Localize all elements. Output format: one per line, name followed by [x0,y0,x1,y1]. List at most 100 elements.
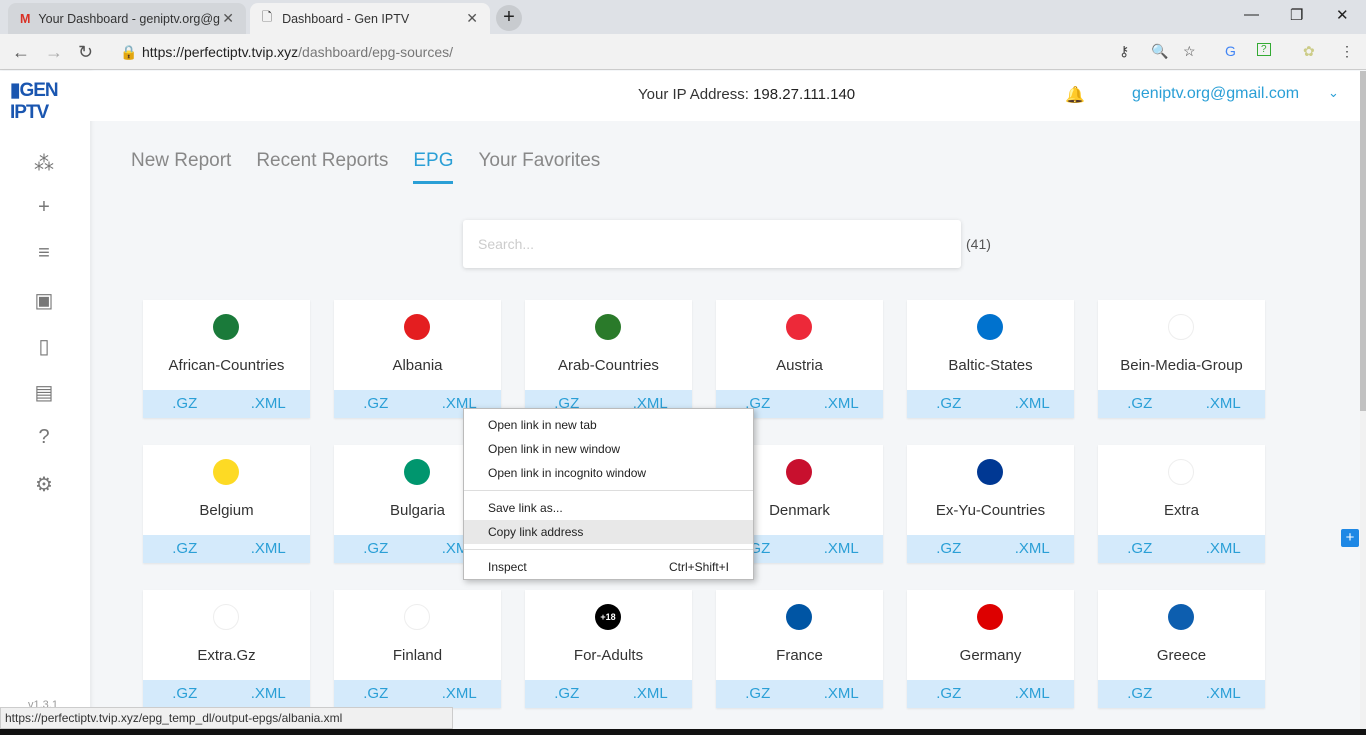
clipboard-icon[interactable]: ▯ [32,334,56,358]
xml-link[interactable]: .XML [418,680,502,708]
translate-icon[interactable]: G [1225,43,1236,59]
address-bar[interactable]: 🔒 https://perfectiptv.tvip.xyz/dashboard/… [108,38,1208,66]
tab-new-report[interactable]: New Report [131,150,231,184]
xml-link[interactable]: .XML [1182,680,1266,708]
tab-gmail[interactable]: M Your Dashboard - geniptv.org@g ✕ [8,3,246,34]
gz-link[interactable]: .GZ [716,680,800,708]
download-links: .GZ.XML [716,680,883,708]
restore-icon[interactable]: ❐ [1290,6,1303,24]
xml-link[interactable]: .XML [991,390,1075,418]
menu-label: Open link in new tab [488,418,597,432]
source-name: Germany [959,647,1022,664]
epg-card: Albania .GZ .XML [334,300,501,418]
settings-icon[interactable]: ⚙ [32,472,56,496]
user-email[interactable]: geniptv.org@gmail.com [1132,85,1299,103]
menu-icon[interactable]: ⋮ [1340,43,1354,60]
close-icon[interactable]: ✕ [466,10,478,27]
menu-inspect[interactable]: Inspect Ctrl+Shift+I [464,555,753,579]
tab-dashboard[interactable]: 🗋 Dashboard - Gen IPTV ✕ [250,3,490,34]
xml-link[interactable]: .XML [227,390,311,418]
lock-icon: 🔒 [120,44,138,60]
flag-icon [977,314,1003,340]
help-icon[interactable]: ? [32,426,56,450]
xml-link[interactable]: .XML [991,680,1075,708]
gz-link[interactable]: .GZ [1098,535,1182,563]
source-name: Ex-Yu-Countries [935,502,1046,519]
gz-link[interactable]: .GZ [143,535,227,563]
extension-icon[interactable]: ? [1257,43,1271,56]
reload-icon[interactable]: ↻ [78,42,93,63]
source-name: Baltic-States [948,357,1033,374]
forward-icon[interactable]: → [45,42,63,63]
new-tab-button[interactable]: + [496,5,522,31]
download-links: .GZ.XML [143,535,310,563]
gz-link[interactable]: .GZ [1098,680,1182,708]
key-icon[interactable]: ⚷ [1119,43,1129,60]
download-links: .GZ.XML [1098,680,1265,708]
zoom-icon[interactable]: 🔍 [1151,43,1168,60]
xml-link[interactable]: .XML [991,535,1075,563]
download-links: .GZ.XML [907,680,1074,708]
gz-link[interactable]: .GZ [907,680,991,708]
scrollbar[interactable] [1360,71,1366,729]
dashboard-icon[interactable]: ⁂ [32,151,56,175]
add-icon[interactable]: + [32,196,56,220]
browser-toolbar: ← → ↻ 🔒 https://perfectiptv.tvip.xyz/dash… [0,34,1366,70]
tab-epg[interactable]: EPG [413,150,454,184]
assignment-icon[interactable]: ▤ [32,380,56,404]
menu-open-incognito[interactable]: Open link in incognito window [464,461,753,485]
close-window-icon[interactable]: ✕ [1336,6,1349,24]
xml-link[interactable]: .XML [800,390,884,418]
xml-link[interactable]: .XML [800,680,884,708]
search-input[interactable] [463,220,961,268]
menu-save-link[interactable]: Save link as... [464,496,753,520]
gz-link[interactable]: .GZ [907,535,991,563]
download-links: .GZ.XML [334,680,501,708]
scrollbar-thumb[interactable] [1360,71,1366,411]
minimize-icon[interactable]: — [1244,6,1259,23]
epg-card: Greece .GZ .XML [1098,590,1265,708]
logo[interactable]: ▮GEN IPTV [10,79,90,124]
tv-icon[interactable]: ▣ [32,288,56,312]
epg-card: Extra.Gz .GZ .XML [143,590,310,708]
xml-link[interactable]: .XML [227,680,311,708]
menu-label: Inspect [488,560,527,574]
menu-copy-link[interactable]: Copy link address [464,520,753,544]
gz-link[interactable]: .GZ [334,680,418,708]
menu-open-new-window[interactable]: Open link in new window [464,437,753,461]
xml-link[interactable]: .XML [609,680,693,708]
download-links: .GZ.XML [143,680,310,708]
epg-card: Arab-Countries .GZ .XML [525,300,692,418]
epg-card: Germany .GZ .XML [907,590,1074,708]
header: Your IP Address: 198.27.111.140 🔔 genipt… [90,71,1360,121]
tab-your-favorites[interactable]: Your Favorites [478,150,600,184]
gz-link[interactable]: .GZ [334,390,418,418]
epg-card: France .GZ .XML [716,590,883,708]
gz-link[interactable]: .GZ [907,390,991,418]
back-icon[interactable]: ← [12,42,30,63]
profile-icon[interactable]: ✿ [1303,43,1315,60]
taskbar [0,729,1366,735]
epg-card: Belgium .GZ .XML [143,445,310,563]
gz-link[interactable]: .GZ [143,390,227,418]
tab-recent-reports[interactable]: Recent Reports [256,150,388,184]
divider [464,490,753,491]
playlist-check-icon[interactable]: ≡ [32,242,56,266]
xml-link[interactable]: .XML [227,535,311,563]
gz-link[interactable]: .GZ [334,535,418,563]
xml-link[interactable]: .XML [800,535,884,563]
add-float-button[interactable]: + [1341,529,1359,547]
gz-link[interactable]: .GZ [143,680,227,708]
download-links: .GZ.XML [1098,390,1265,418]
chevron-down-icon[interactable]: ⌄ [1328,85,1339,101]
xml-link[interactable]: .XML [1182,535,1266,563]
flag-icon [1168,314,1194,340]
gz-link[interactable]: .GZ [525,680,609,708]
xml-link[interactable]: .XML [1182,390,1266,418]
star-icon[interactable]: ☆ [1183,43,1196,60]
menu-open-new-tab[interactable]: Open link in new tab [464,413,753,437]
close-icon[interactable]: ✕ [222,10,234,27]
gz-link[interactable]: .GZ [1098,390,1182,418]
bell-icon[interactable]: 🔔 [1065,85,1085,105]
ip-label: Your IP Address: [638,86,749,103]
